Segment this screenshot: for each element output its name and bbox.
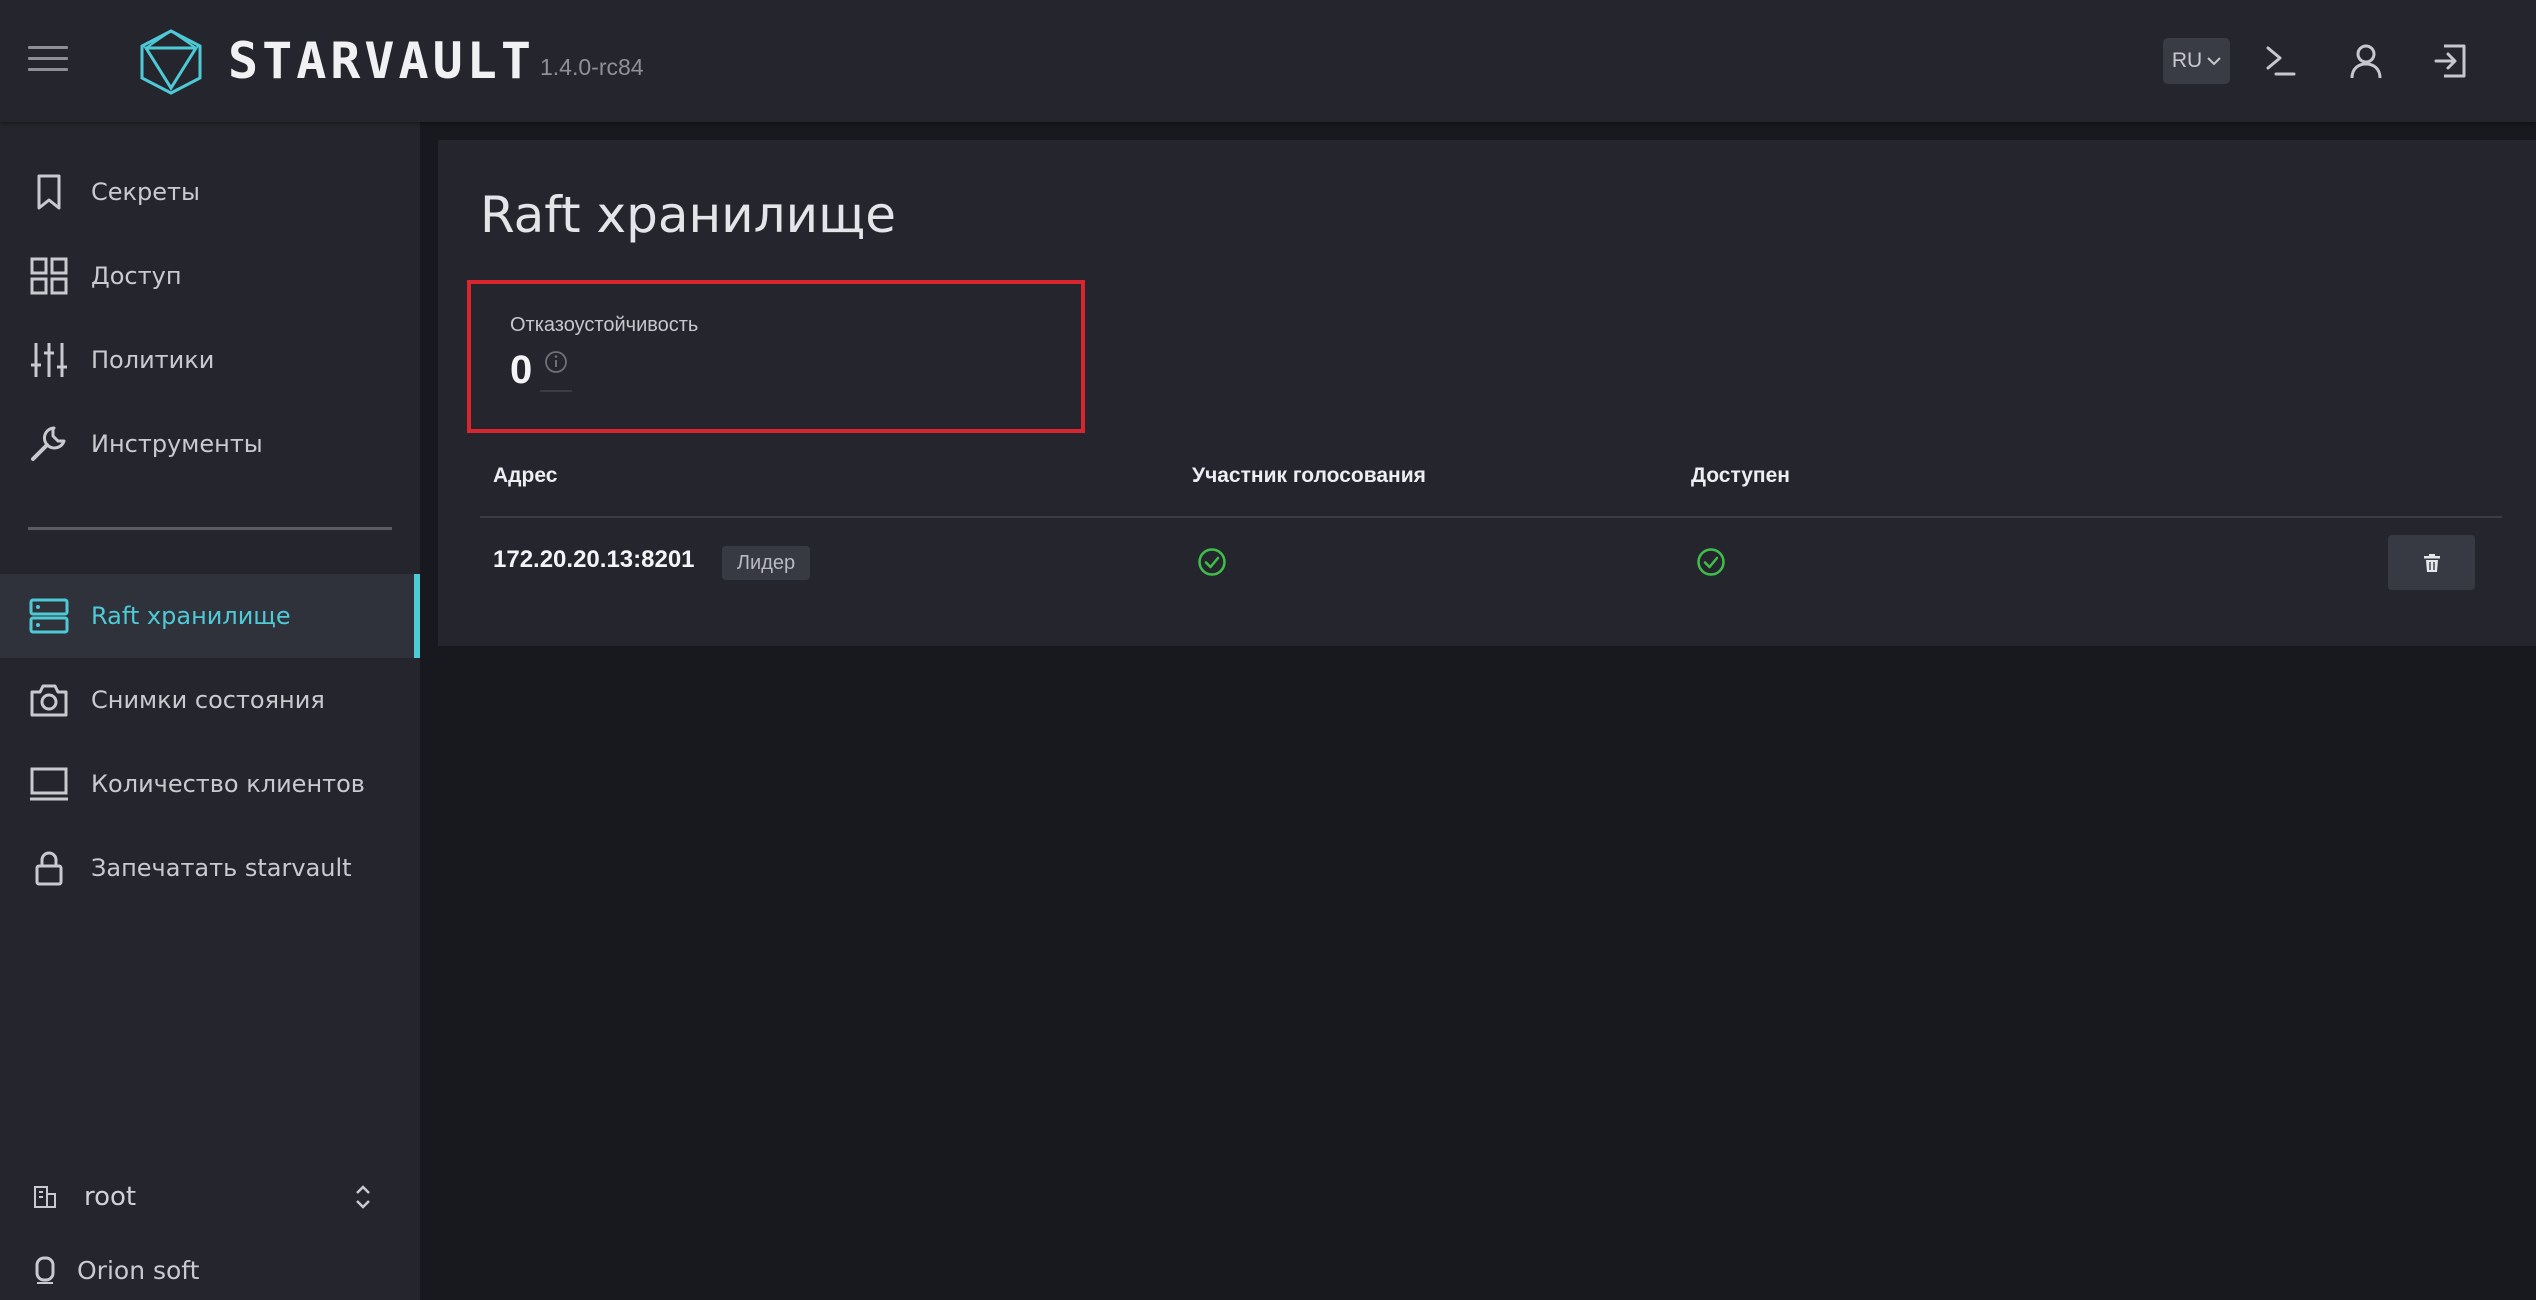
sidebar-item-label: Количество клиентов	[91, 770, 365, 798]
info-underline	[540, 390, 572, 392]
sidebar-item-raft-storage[interactable]: Raft хранилище	[0, 574, 420, 658]
sidebar-item-snapshots[interactable]: Снимки состояния	[0, 658, 420, 742]
table-header-divider	[480, 516, 2502, 518]
server-icon	[29, 598, 69, 634]
chevron-up-down-icon	[356, 1185, 370, 1209]
camera-icon	[30, 684, 68, 717]
chevron-down-icon	[2207, 57, 2221, 66]
fault-tolerance-value: 0	[510, 348, 533, 392]
starvault-logo-icon	[140, 29, 202, 95]
info-icon[interactable]	[544, 350, 568, 374]
sidebar-item-label: Запечатать starvault	[91, 854, 352, 882]
sidebar-item-secrets[interactable]: Секреты	[0, 150, 420, 234]
leader-badge: Лидер	[722, 546, 810, 580]
sidebar-item-label: Политики	[91, 346, 215, 374]
sidebar-divider	[28, 527, 392, 530]
sidebar: Секреты Доступ Политики Инструменты Raft…	[0, 122, 420, 1300]
grid-icon	[30, 257, 68, 295]
page-title: Raft хранилище	[480, 186, 896, 244]
sidebar-item-client-count[interactable]: Количество клиентов	[0, 742, 420, 826]
bookmark-icon	[37, 174, 61, 210]
terminal-icon[interactable]	[2260, 40, 2302, 82]
sidebar-item-label: Raft хранилище	[91, 602, 291, 630]
wrench-icon	[31, 426, 66, 461]
column-header-voter: Участник голосования	[1192, 464, 1426, 487]
sidebar-item-seal[interactable]: Запечатать starvault	[0, 826, 420, 910]
language-selector[interactable]: RU	[2163, 38, 2230, 84]
top-header: STARVAULT 1.4.0-rc84 RU	[0, 0, 2536, 122]
organization-label: Orion soft	[77, 1255, 200, 1285]
trash-icon	[2423, 553, 2440, 572]
language-label: RU	[2171, 49, 2203, 72]
menu-icon[interactable]	[28, 46, 68, 76]
delete-node-button[interactable]	[2388, 535, 2475, 590]
available-check-icon	[1697, 548, 1725, 576]
column-header-available: Доступен	[1691, 464, 1790, 487]
voter-check-icon	[1198, 548, 1226, 576]
monitor-icon	[30, 767, 68, 801]
sidebar-item-policies[interactable]: Политики	[0, 318, 420, 402]
logout-icon[interactable]	[2430, 40, 2472, 82]
sidebar-item-label: Снимки состояния	[91, 686, 325, 714]
orion-logo-icon	[35, 1256, 55, 1284]
column-header-address: Адрес	[493, 464, 558, 487]
sidebar-item-label: Инструменты	[91, 430, 263, 458]
building-icon	[34, 1186, 56, 1208]
user-icon[interactable]	[2345, 40, 2387, 82]
sidebar-item-tools[interactable]: Инструменты	[0, 402, 420, 486]
node-address: 172.20.20.13:8201	[493, 546, 695, 573]
organization-footer: Orion soft	[28, 1248, 388, 1292]
namespace-selector[interactable]: root	[28, 1172, 388, 1222]
sidebar-item-label: Доступ	[91, 262, 182, 290]
sidebar-item-label: Секреты	[91, 178, 200, 206]
namespace-label: root	[84, 1182, 137, 1212]
fault-tolerance-label: Отказоустойчивость	[510, 314, 699, 336]
app-logo-text: STARVAULT	[228, 32, 535, 90]
app-version: 1.4.0-rc84	[540, 54, 644, 80]
sliders-icon	[31, 343, 67, 377]
lock-icon	[35, 851, 63, 886]
sidebar-item-access[interactable]: Доступ	[0, 234, 420, 318]
